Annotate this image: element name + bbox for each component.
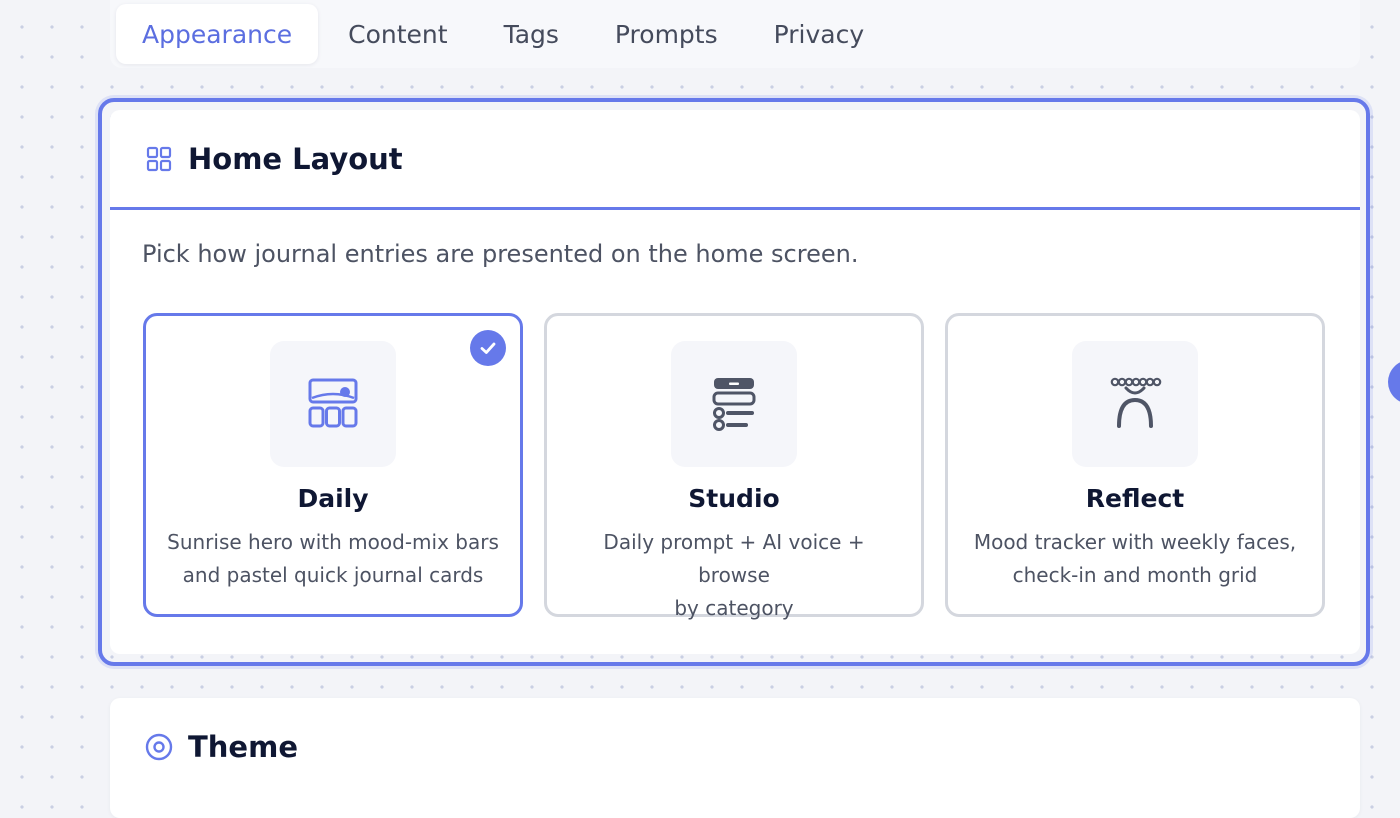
scroll-indicator[interactable] — [1388, 360, 1400, 404]
option-description: Daily prompt + AI voice + browse by cate… — [567, 526, 901, 625]
layout-option-studio[interactable]: Studio Daily prompt + AI voice + browse … — [544, 313, 924, 620]
tab-tags[interactable]: Tags — [478, 4, 585, 64]
theme-card: Theme — [110, 698, 1360, 818]
tab-appearance[interactable]: Appearance — [116, 4, 319, 64]
grid-icon — [144, 144, 174, 174]
option-description-line: by category — [674, 596, 794, 620]
option-title: Reflect — [1085, 484, 1185, 513]
layout-option-daily[interactable]: Daily Sunrise hero with mood-mix bars an… — [143, 313, 523, 617]
tab-content[interactable]: Content — [322, 4, 473, 64]
option-description-line: and pastel quick journal cards — [182, 563, 484, 587]
tab-prompts[interactable]: Prompts — [589, 4, 744, 64]
option-description-line: Sunrise hero with mood-mix bars — [167, 530, 499, 554]
studio-layout-icon — [671, 341, 797, 467]
option-title: Daily — [297, 484, 369, 513]
home-layout-card: Home Layout Pick how journal entries are… — [110, 110, 1360, 654]
selected-check-icon — [470, 330, 506, 366]
home-layout-header: Home Layout — [110, 110, 1360, 210]
option-title: Studio — [688, 484, 780, 513]
option-description-line: check-in and month grid — [1012, 563, 1258, 587]
layout-option-reflect[interactable]: Reflect Mood tracker with weekly faces, … — [945, 313, 1325, 617]
option-description: Mood tracker with weekly faces, check-in… — [968, 526, 1302, 592]
option-description-line: Mood tracker with weekly faces, — [973, 530, 1297, 554]
option-description: Sunrise hero with mood-mix bars and past… — [166, 526, 500, 592]
home-layout-description: Pick how journal entries are presented o… — [142, 240, 859, 268]
home-layout-title: Home Layout — [188, 141, 403, 176]
target-icon — [144, 732, 174, 762]
theme-title: Theme — [188, 730, 298, 764]
theme-header: Theme — [144, 730, 298, 764]
daily-layout-icon — [270, 341, 396, 467]
settings-tabs: Appearance Content Tags Prompts Privacy — [110, 0, 1360, 68]
option-description-line: Daily prompt + AI voice + browse — [603, 530, 865, 587]
reflect-layout-icon — [1072, 341, 1198, 467]
tab-privacy[interactable]: Privacy — [748, 4, 891, 64]
